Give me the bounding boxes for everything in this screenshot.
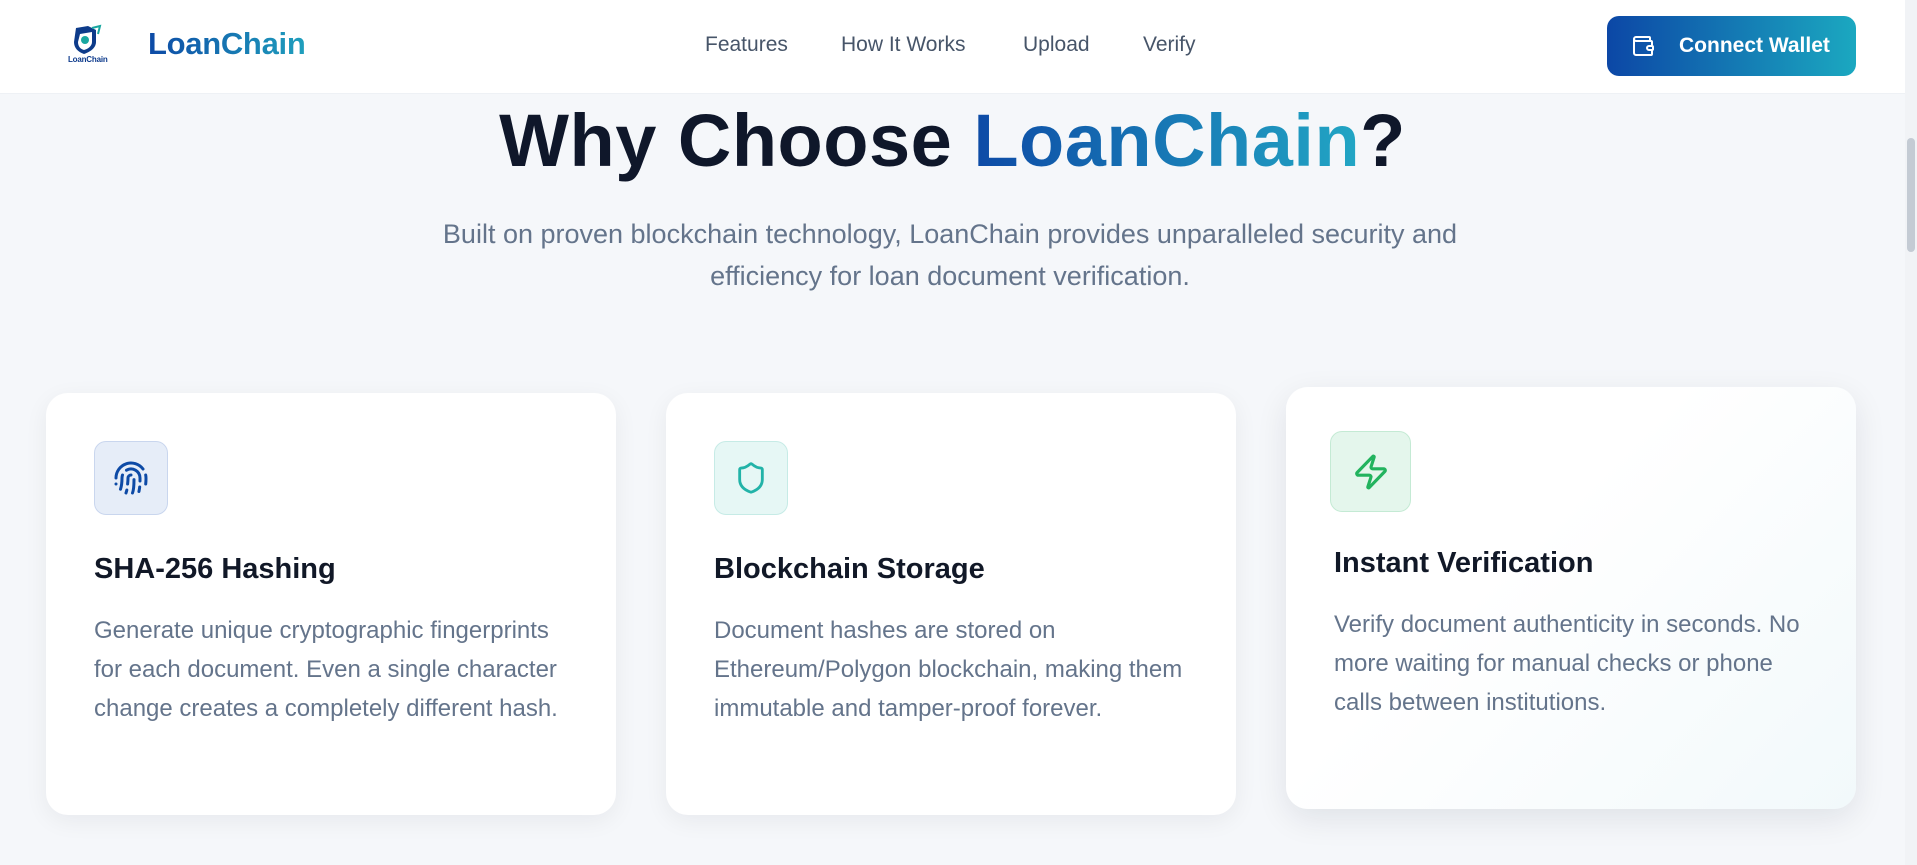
top-navbar: LoanChain LoanChain Features How It Work… (0, 0, 1905, 94)
title-accent: LoanChain (973, 99, 1361, 182)
connect-wallet-button[interactable]: Connect Wallet (1607, 16, 1856, 76)
title-prefix: Why Choose (499, 99, 974, 182)
wallet-icon (1633, 36, 1654, 56)
brand-name[interactable]: LoanChain (148, 26, 306, 62)
feature-description: Document hashes are stored on Ethereum/P… (714, 617, 1183, 722)
scrollbar-thumb[interactable] (1907, 138, 1915, 252)
feature-card-instant-verification: Instant Verification Verify document aut… (1286, 387, 1856, 809)
lightning-icon (1330, 431, 1411, 512)
section-subtitle: Built on proven blockchain technology, L… (442, 219, 1458, 291)
feature-card-sha256: SHA-256 Hashing Generate unique cryptogr… (46, 393, 616, 815)
feature-description: Verify document authenticity in seconds.… (1334, 611, 1800, 716)
feature-title: Blockchain Storage (714, 553, 985, 585)
page-scrollbar[interactable] (1905, 0, 1917, 865)
feature-title: SHA-256 Hashing (94, 553, 336, 585)
connect-wallet-label: Connect Wallet (1679, 34, 1830, 57)
title-suffix: ? (1360, 99, 1406, 182)
shield-icon (714, 441, 788, 515)
nav-how-it-works[interactable]: How It Works (841, 33, 965, 57)
feature-description: Generate unique cryptographic fingerprin… (94, 617, 558, 722)
section-title: Why Choose LoanChain? (0, 98, 1905, 183)
logo-caption: LoanChain (68, 55, 108, 64)
logo-icon[interactable]: LoanChain (66, 24, 116, 68)
feature-title: Instant Verification (1334, 547, 1594, 579)
feature-card-blockchain-storage: Blockchain Storage Document hashes are s… (666, 393, 1236, 815)
nav-features[interactable]: Features (705, 33, 788, 57)
nav-verify[interactable]: Verify (1143, 33, 1196, 57)
fingerprint-icon (94, 441, 168, 515)
nav-upload[interactable]: Upload (1023, 33, 1090, 57)
